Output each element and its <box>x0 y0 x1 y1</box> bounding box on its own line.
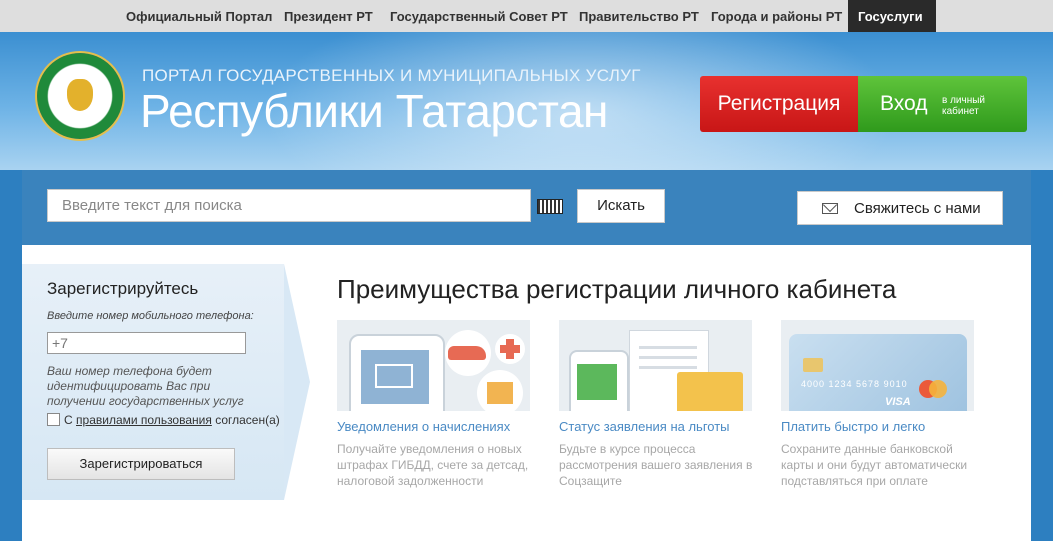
benefit-notifications-title[interactable]: Уведомления о начислениях <box>337 419 510 434</box>
phone-input[interactable]: +7 <box>47 332 246 354</box>
benefit-notifications-desc: Получайте уведомления о новых штрафах ГИ… <box>337 442 529 488</box>
virtual-keyboard-icon[interactable] <box>537 199 563 214</box>
tatarstan-emblem-icon[interactable] <box>37 53 123 139</box>
phone-hint: Введите номер мобильного телефона: <box>47 310 254 322</box>
search-button[interactable]: Искать <box>577 189 665 223</box>
agree-checkbox[interactable] <box>47 413 60 426</box>
nav-state-council[interactable]: Государственный Совет РТ <box>390 9 568 24</box>
contact-us-button[interactable]: Свяжитесь с нами <box>797 191 1003 225</box>
wallet-icon <box>677 372 743 411</box>
nav-gosuslugi[interactable]: Госуслуги <box>858 9 923 24</box>
terms-link[interactable]: правилами пользования <box>76 413 212 427</box>
card-number: 4000 1234 5678 9010 <box>801 379 908 389</box>
top-navigation: Официальный Портал Президент РТ Государс… <box>0 0 1053 33</box>
card-chip-icon <box>803 358 823 372</box>
mail-icon <box>375 364 413 388</box>
login-button[interactable]: Вход в личный кабинет <box>858 76 1027 132</box>
benefit-status-title[interactable]: Статус заявления на льготы <box>559 419 730 434</box>
registration-panel-arrow <box>284 264 310 500</box>
payment-illustration: 4000 1234 5678 9010 VISA <box>781 320 974 411</box>
portal-title: Республики Татарстан <box>140 85 608 137</box>
search-input[interactable]: Введите текст для поиска <box>47 189 531 222</box>
benefit-payment-title[interactable]: Платить быстро и легко <box>781 419 925 434</box>
bank-card-icon <box>789 334 967 411</box>
agree-terms: С правилами пользования согласен(а) <box>47 413 280 427</box>
benefit-status-desc: Будьте в курсе процесса рассмотрения ваш… <box>559 442 753 488</box>
portal-subtitle: ПОРТАЛ ГОСУДАРСТВЕННЫХ И МУНИЦИПАЛЬНЫХ У… <box>142 66 641 85</box>
benefit-payment-desc: Сохраните данные банковской карты и они … <box>781 442 968 488</box>
visa-logo: VISA <box>885 396 911 408</box>
application-status-illustration <box>559 320 752 411</box>
car-icon <box>448 346 486 360</box>
building-icon <box>487 382 513 404</box>
nav-government[interactable]: Правительство РТ <box>579 9 699 24</box>
login-sublabel: в личный кабинет <box>942 95 986 117</box>
nav-official-portal[interactable]: Официальный Портал <box>126 9 272 24</box>
phone-note: Ваш номер телефона будет идентифицироват… <box>47 364 244 408</box>
checkmark-doc-icon <box>577 364 617 400</box>
contact-us-label: Свяжитесь с нами <box>854 200 981 217</box>
register-submit-button[interactable]: Зарегистрироваться <box>47 448 235 480</box>
envelope-icon <box>822 203 838 214</box>
nav-president[interactable]: Президент РТ <box>284 9 373 24</box>
registration-title: Зарегистрируйтесь <box>47 279 199 298</box>
login-label: Вход <box>880 92 928 115</box>
benefits-title: Преимущества регистрации личного кабинет… <box>337 274 897 304</box>
notifications-illustration <box>337 320 530 411</box>
nav-cities-districts[interactable]: Города и районы РТ <box>711 9 842 24</box>
register-button[interactable]: Регистрация <box>700 76 858 132</box>
